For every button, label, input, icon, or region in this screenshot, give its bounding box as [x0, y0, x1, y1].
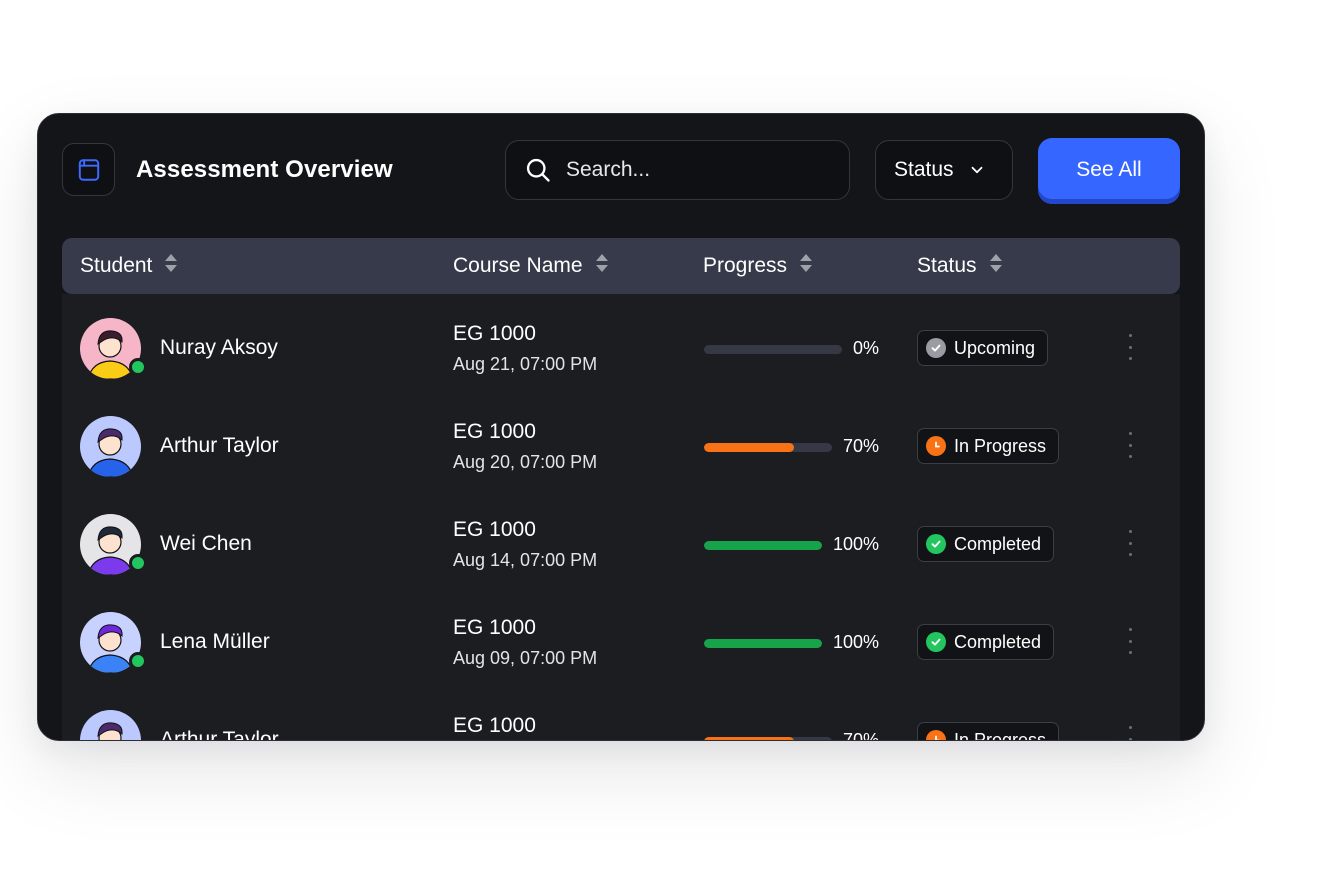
course-name: EG 1000	[453, 322, 536, 345]
more-options-icon[interactable]	[1122, 334, 1138, 360]
sort-icon[interactable]	[164, 252, 178, 280]
course-name: EG 1000	[453, 420, 536, 443]
course-date: Aug 09, 07:00 PM	[453, 648, 598, 668]
table-row[interactable]: Nuray Aksoy EG 1000 Aug 21, 07:00 PM 0% Upco…	[62, 294, 1180, 392]
column-header-course-name[interactable]: Course Name	[453, 238, 609, 294]
column-header-progress[interactable]: Progress	[703, 238, 813, 294]
clock-icon	[926, 436, 946, 456]
column-header-label: Progress	[703, 254, 788, 277]
search-icon	[526, 158, 550, 182]
check-circle-icon	[926, 338, 946, 358]
avatar	[80, 416, 141, 477]
see-all-button[interactable]: See All	[1038, 138, 1180, 204]
table-row[interactable]: Arthur Taylor EG 1000 70% In Progress	[62, 686, 1180, 740]
status-label: Completed	[954, 631, 1042, 652]
table-body[interactable]: Nuray Aksoy EG 1000 Aug 21, 07:00 PM 0% Upco…	[62, 294, 1180, 740]
check-circle-icon	[926, 534, 946, 554]
course-date: Aug 20, 07:00 PM	[453, 452, 598, 472]
status-filter-dropdown[interactable]: Status	[875, 140, 1013, 200]
course-name: EG 1000	[453, 616, 536, 639]
more-options-icon[interactable]	[1122, 726, 1138, 740]
table-row[interactable]: Lena Müller EG 1000 Aug 09, 07:00 PM 100% Co…	[62, 588, 1180, 686]
assessment-overview-card: Assessment Overview Status See All Stude…	[37, 113, 1205, 741]
progress-percent: 0%	[852, 338, 879, 358]
student-name: Wei Chen	[160, 532, 252, 555]
progress-bar-fill	[704, 443, 794, 452]
table-row[interactable]: Arthur Taylor EG 1000 Aug 20, 07:00 PM 70% I…	[62, 392, 1180, 490]
course-date: Aug 21, 07:00 PM	[453, 354, 598, 374]
more-options-icon[interactable]	[1122, 530, 1138, 556]
status-label: Completed	[954, 533, 1042, 554]
chevron-down-icon	[971, 166, 982, 174]
book-icon	[62, 143, 115, 196]
table-header: Student Course Name Progress Status	[62, 238, 1180, 294]
avatar	[80, 710, 141, 740]
progress-percent: 100%	[832, 632, 879, 652]
column-header-label: Course Name	[453, 254, 583, 277]
online-indicator	[129, 554, 147, 572]
sort-icon[interactable]	[799, 252, 813, 280]
progress-percent: 70%	[842, 436, 879, 456]
page-title: Assessment Overview	[136, 156, 393, 183]
status-badge: Upcoming	[917, 330, 1049, 366]
progress-bar-fill	[704, 737, 794, 740]
course-name: EG 1000	[453, 518, 536, 541]
student-name: Arthur Taylor	[160, 728, 279, 740]
status-label: In Progress	[954, 729, 1047, 741]
status-badge: Completed	[917, 624, 1055, 660]
search-input[interactable]	[564, 157, 828, 183]
status-badge: In Progress	[917, 428, 1060, 464]
status-filter-label: Status	[894, 158, 954, 181]
course-date: Aug 14, 07:00 PM	[453, 550, 598, 570]
status-badge: Completed	[917, 526, 1055, 562]
online-indicator	[129, 358, 147, 376]
table-row[interactable]: Wei Chen EG 1000 Aug 14, 07:00 PM 100% Compl…	[62, 490, 1180, 588]
more-options-icon[interactable]	[1122, 432, 1138, 458]
column-header-student[interactable]: Student	[80, 238, 178, 294]
status-label: Upcoming	[954, 337, 1036, 358]
column-header-label: Status	[917, 254, 977, 277]
progress-percent: 70%	[842, 730, 879, 740]
column-header-label: Student	[80, 254, 153, 277]
sort-icon[interactable]	[989, 252, 1003, 280]
sort-icon[interactable]	[595, 252, 609, 280]
student-name: Arthur Taylor	[160, 434, 279, 457]
clock-icon	[926, 730, 946, 740]
column-header-status[interactable]: Status	[917, 238, 1003, 294]
check-circle-icon	[926, 632, 946, 652]
student-name: Lena Müller	[160, 630, 270, 653]
course-name: EG 1000	[453, 714, 536, 737]
status-badge: In Progress	[917, 722, 1060, 741]
online-indicator	[129, 652, 147, 670]
progress-percent: 100%	[832, 534, 879, 554]
more-options-icon[interactable]	[1122, 628, 1138, 654]
search-box[interactable]	[505, 140, 850, 200]
student-name: Nuray Aksoy	[160, 336, 278, 359]
status-label: In Progress	[954, 435, 1047, 456]
